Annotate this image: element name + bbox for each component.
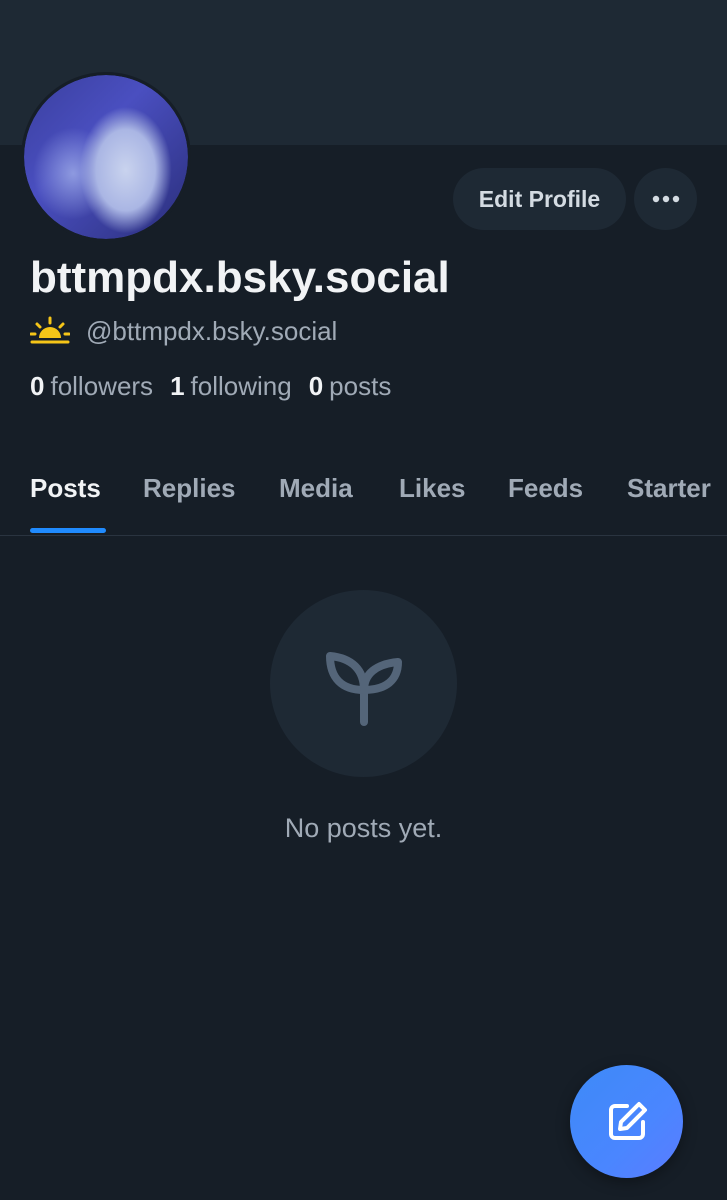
profile-stats: 0 followers 1 following 0 posts — [30, 368, 408, 404]
tab-media[interactable]: Media — [279, 473, 353, 504]
profile-tabs: Posts Replies Media Likes Feeds Starter — [0, 455, 727, 536]
more-options-button[interactable] — [634, 168, 697, 230]
edit-profile-button[interactable]: Edit Profile — [453, 168, 626, 230]
ellipsis-icon — [652, 195, 679, 203]
tab-likes[interactable]: Likes — [399, 473, 466, 504]
posts-count: 0 — [308, 370, 324, 401]
compose-icon — [608, 1101, 647, 1140]
handle: @bttmpdx.bsky.social — [86, 315, 338, 346]
seedling-icon — [325, 651, 402, 726]
tab-replies[interactable]: Replies — [143, 473, 236, 504]
empty-state-icon-container — [270, 590, 457, 777]
sunrise-icon — [30, 316, 70, 344]
display-name: bttmpdx.bsky.social — [30, 253, 450, 302]
followers-stat[interactable]: 0 followers — [30, 371, 153, 402]
following-label: following — [190, 370, 292, 401]
following-stat[interactable]: 1 following — [170, 371, 292, 402]
handle-row: @bttmpdx.bsky.social — [30, 313, 337, 349]
posts-label: posts — [329, 370, 392, 401]
avatar-image — [24, 75, 188, 239]
followers-count: 0 — [30, 370, 45, 401]
tab-feeds[interactable]: Feeds — [508, 473, 583, 504]
empty-state-text: No posts yet. — [284, 813, 443, 843]
avatar[interactable] — [21, 72, 191, 242]
posts-stat: 0 posts — [309, 371, 392, 402]
followers-label: followers — [50, 370, 154, 401]
tab-posts[interactable]: Posts — [30, 473, 101, 504]
compose-button[interactable] — [570, 1065, 683, 1178]
active-tab-indicator — [30, 528, 106, 533]
following-count: 1 — [170, 370, 185, 401]
tab-starter[interactable]: Starter — [627, 473, 711, 504]
